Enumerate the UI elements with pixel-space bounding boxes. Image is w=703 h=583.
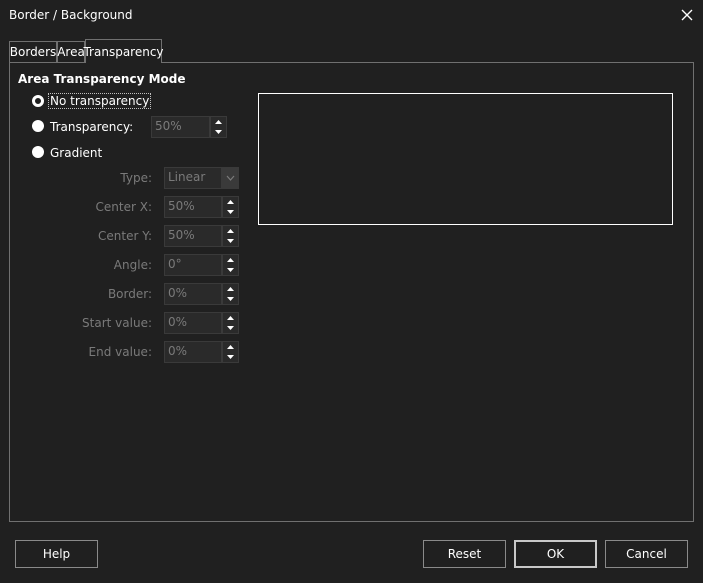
- type-label: Type:: [120, 171, 152, 185]
- spin-down-icon[interactable]: [223, 294, 238, 304]
- spin-up-icon[interactable]: [223, 255, 238, 265]
- center-y-field[interactable]: 50%: [164, 225, 222, 247]
- center-x-label: Center X:: [95, 200, 152, 214]
- spin-down-icon[interactable]: [223, 352, 238, 362]
- start-value-field[interactable]: 0%: [164, 312, 222, 334]
- spin-down-icon[interactable]: [223, 265, 238, 275]
- start-value-label: Start value:: [82, 316, 152, 330]
- center-y-label: Center Y:: [98, 229, 152, 243]
- chevron-down-icon: [226, 175, 235, 181]
- spin-down-icon[interactable]: [223, 207, 238, 217]
- spin-down-icon[interactable]: [223, 323, 238, 333]
- tab-borders[interactable]: Borders: [9, 41, 57, 62]
- angle-label: Angle:: [113, 258, 152, 272]
- center-x-field[interactable]: 50%: [164, 196, 222, 218]
- angle-spin[interactable]: [222, 254, 239, 276]
- section-title: Area Transparency Mode: [18, 72, 186, 86]
- spin-up-icon[interactable]: [223, 313, 238, 323]
- window-title: Border / Background: [9, 8, 133, 22]
- help-button[interactable]: Help: [15, 540, 98, 568]
- no-transparency-label[interactable]: No transparency: [48, 93, 152, 109]
- border-field[interactable]: 0%: [164, 283, 222, 305]
- spin-down-icon[interactable]: [211, 127, 226, 137]
- tab-area[interactable]: Area: [57, 41, 85, 62]
- cancel-button[interactable]: Cancel: [605, 540, 688, 568]
- tab-transparency[interactable]: Transparency: [83, 39, 164, 63]
- close-button[interactable]: [674, 2, 700, 28]
- transparency-label[interactable]: Transparency:: [50, 120, 133, 134]
- gradient-radio[interactable]: [32, 146, 44, 158]
- border-label: Border:: [107, 287, 152, 301]
- spin-up-icon[interactable]: [223, 226, 238, 236]
- tab-label: Transparency: [83, 44, 164, 59]
- end-value-field[interactable]: 0%: [164, 341, 222, 363]
- start-value-spin[interactable]: [222, 312, 239, 334]
- transparency-radio[interactable]: [32, 120, 44, 132]
- tab-label: Borders: [9, 45, 57, 59]
- type-dropdown-button[interactable]: [222, 167, 239, 189]
- gradient-label[interactable]: Gradient: [50, 146, 102, 160]
- spin-down-icon[interactable]: [223, 236, 238, 246]
- transparency-value-field[interactable]: 50%: [151, 116, 210, 138]
- transparency-preview: [258, 93, 673, 225]
- tab-label: Area: [57, 45, 85, 59]
- transparency-spin[interactable]: [210, 116, 227, 138]
- no-transparency-radio[interactable]: [32, 95, 44, 107]
- end-value-spin[interactable]: [222, 341, 239, 363]
- no-transparency-text: No transparency: [48, 93, 152, 109]
- border-spin[interactable]: [222, 283, 239, 305]
- close-icon: [681, 9, 693, 21]
- spin-up-icon[interactable]: [223, 284, 238, 294]
- angle-field[interactable]: 0°: [164, 254, 222, 276]
- type-select[interactable]: Linear: [164, 167, 222, 189]
- spin-up-icon[interactable]: [211, 117, 226, 127]
- ok-button[interactable]: OK: [514, 540, 597, 568]
- reset-button[interactable]: Reset: [423, 540, 506, 568]
- center-x-spin[interactable]: [222, 196, 239, 218]
- spin-up-icon[interactable]: [223, 197, 238, 207]
- end-value-label: End value:: [88, 345, 152, 359]
- center-y-spin[interactable]: [222, 225, 239, 247]
- spin-up-icon[interactable]: [223, 342, 238, 352]
